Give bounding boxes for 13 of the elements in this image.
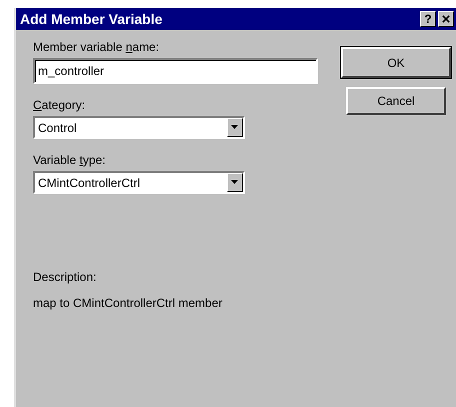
field-label: Variable type: [33,153,107,168]
field-label: Member variable name: [33,40,160,55]
name-input-field[interactable]: m_controller [33,58,318,84]
description-label: Description: [33,270,98,284]
window-title: Add Member Variable [20,11,162,27]
dropdown-field[interactable]: Control [33,116,245,139]
cancel-button[interactable]: Cancel [346,87,446,115]
field-label: Category: [33,98,86,113]
description-text: map to CMintControllerCtrl member [33,296,224,310]
close-button[interactable]: × [438,11,454,27]
ok-button[interactable]: OK [341,47,451,78]
dropdown-field[interactable]: CMintControllerCtrl [33,171,245,194]
help-button[interactable]: ? [420,11,436,27]
